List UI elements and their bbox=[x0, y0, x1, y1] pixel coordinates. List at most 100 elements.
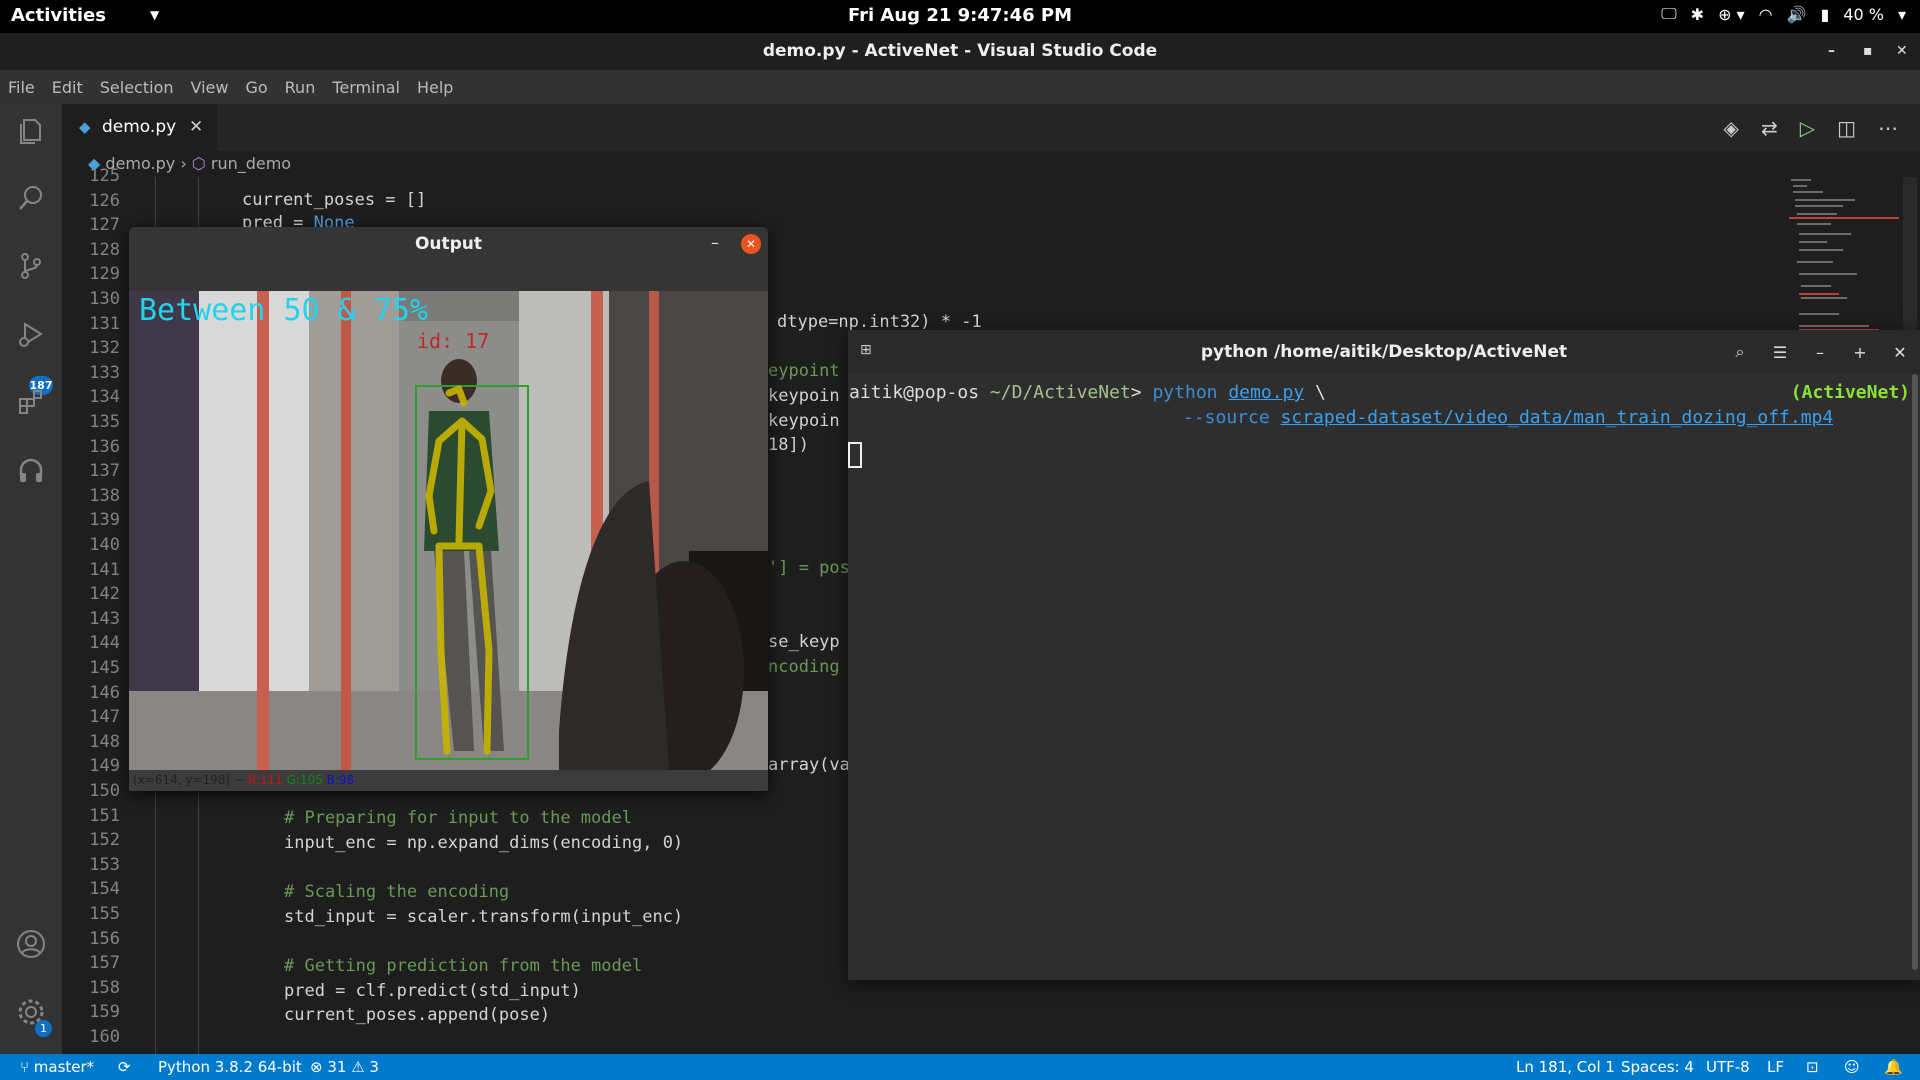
code-line: 18]) bbox=[768, 435, 809, 455]
menu-view[interactable]: View bbox=[191, 78, 229, 97]
language-mode-icon[interactable]: ⊡ bbox=[1806, 1054, 1819, 1080]
new-tab-icon[interactable]: ⊞ bbox=[860, 342, 872, 358]
wifi-icon[interactable]: ◠ bbox=[1759, 5, 1773, 24]
pixel-green: G:105 bbox=[286, 773, 323, 787]
volume-icon[interactable]: 🔊 bbox=[1787, 5, 1807, 24]
command: python bbox=[1152, 382, 1218, 403]
line-number: 157 bbox=[89, 953, 120, 974]
close-icon[interactable]: ✕ bbox=[189, 104, 203, 151]
close-icon[interactable]: ✕ bbox=[741, 234, 761, 254]
battery-percent[interactable]: 40 % bbox=[1843, 5, 1884, 24]
indentation[interactable]: Spaces: 4 bbox=[1621, 1054, 1694, 1080]
code-line: array(va bbox=[768, 755, 850, 775]
minimize-icon[interactable]: – bbox=[1828, 33, 1835, 70]
line-number: 127 bbox=[89, 215, 120, 236]
close-icon[interactable]: ✕ bbox=[1880, 343, 1920, 362]
conda-env: (ActiveNet) bbox=[1790, 382, 1910, 403]
more-icon[interactable]: ⋯ bbox=[1878, 116, 1898, 140]
close-icon[interactable]: ✕ bbox=[1896, 33, 1908, 70]
overlay-label: Between 50 & 75% bbox=[139, 293, 428, 328]
output-window[interactable]: Output – ✕ Between 50 & 75% id: 17 (x=61… bbox=[129, 227, 768, 791]
minimize-icon[interactable]: – bbox=[711, 233, 719, 252]
editor-scrollbar[interactable] bbox=[1903, 177, 1917, 347]
accessibility-icon[interactable]: ⊕ ▾ bbox=[1718, 5, 1745, 24]
feedback-icon[interactable]: ☺ bbox=[1844, 1054, 1860, 1080]
menu-run[interactable]: Run bbox=[285, 78, 316, 97]
bell-icon[interactable]: 🔔 bbox=[1884, 1054, 1903, 1080]
source-control-icon[interactable] bbox=[12, 250, 50, 288]
battery-icon[interactable]: ▮ bbox=[1821, 5, 1830, 24]
breadcrumb: ◆ demo.py › ⬡ run_demo bbox=[62, 151, 1920, 177]
cursor-position[interactable]: Ln 181, Col 1 bbox=[1516, 1054, 1615, 1080]
gnome-top-bar: Activities ▼ Fri Aug 21 9:47:46 PM 🖵 ✱ ⊕… bbox=[0, 0, 1920, 33]
menu-go[interactable]: Go bbox=[245, 78, 267, 97]
split-editor-icon[interactable]: ◫ bbox=[1837, 116, 1856, 140]
terminal-window[interactable]: python /home/aitik/Desktop/ActiveNet ⊞ ⌕… bbox=[848, 330, 1920, 980]
line-number: 136 bbox=[89, 436, 120, 457]
line-number: 131 bbox=[89, 313, 120, 334]
terminal-cursor bbox=[848, 442, 862, 468]
line-number: 150 bbox=[89, 781, 120, 801]
clock[interactable]: Fri Aug 21 9:47:46 PM bbox=[0, 5, 1920, 26]
eol[interactable]: LF bbox=[1767, 1054, 1784, 1080]
git-icon[interactable]: ◈ bbox=[1724, 116, 1739, 140]
python-interpreter[interactable]: Python 3.8.2 64-bit bbox=[158, 1054, 302, 1080]
maximize-icon[interactable]: + bbox=[1840, 343, 1880, 362]
status-bar: ⑂ master* ⟳ Python 3.8.2 64-bit ⊗ 31 ⚠ 3… bbox=[0, 1054, 1920, 1080]
breadcrumb-symbol[interactable]: run_demo bbox=[211, 154, 291, 173]
source-link[interactable]: scraped-dataset/video_data/man_train_doz… bbox=[1281, 407, 1834, 428]
terminal-scrollbar[interactable] bbox=[1912, 374, 1918, 970]
terminal-body[interactable]: aitik@pop-os ~/D/ActiveNet> python demo.… bbox=[848, 374, 1920, 980]
code-line: keypoin bbox=[768, 411, 840, 431]
menu-terminal[interactable]: Terminal bbox=[332, 78, 400, 97]
code-line: eypoint bbox=[768, 361, 840, 381]
compare-icon[interactable]: ⇄ bbox=[1761, 116, 1778, 140]
screen-icon[interactable]: 🖵 bbox=[1661, 4, 1676, 24]
account-icon[interactable] bbox=[12, 928, 50, 966]
line-number: 130 bbox=[89, 289, 120, 309]
person-id-label: id: 17 bbox=[417, 329, 490, 353]
minimize-icon[interactable]: – bbox=[1800, 343, 1840, 362]
script-link[interactable]: demo.py bbox=[1228, 382, 1304, 403]
prompt: > bbox=[1130, 382, 1142, 403]
line-number: 159 bbox=[89, 1002, 120, 1023]
menu-help[interactable]: Help bbox=[417, 78, 453, 97]
slack-icon[interactable]: ✱ bbox=[1691, 5, 1704, 24]
menu-selection[interactable]: Selection bbox=[100, 78, 174, 97]
hamburger-menu-icon[interactable]: ☰ bbox=[1760, 343, 1800, 362]
tab-label: demo.py bbox=[102, 117, 177, 137]
chevron-down-icon[interactable]: ▾ bbox=[1898, 5, 1906, 24]
line-number: 152 bbox=[89, 830, 120, 851]
line-number: 151 bbox=[89, 805, 120, 826]
pixel-red: R:111 bbox=[247, 773, 283, 787]
git-branch[interactable]: ⑂ master* bbox=[20, 1054, 94, 1080]
problems-indicator[interactable]: ⊗ 31 ⚠ 3 bbox=[310, 1054, 379, 1080]
run-debug-icon[interactable] bbox=[12, 318, 50, 356]
explorer-icon[interactable] bbox=[12, 114, 50, 152]
code-line: keypoin bbox=[768, 386, 840, 406]
sync-icon[interactable]: ⟳ bbox=[118, 1054, 131, 1080]
headphones-icon[interactable] bbox=[12, 454, 50, 492]
editor-actions: ◈ ⇄ ▷ ◫ ⋯ bbox=[1724, 104, 1898, 151]
minimap[interactable] bbox=[1785, 177, 1903, 337]
encoding[interactable]: UTF-8 bbox=[1706, 1054, 1750, 1080]
output-toolbar bbox=[129, 261, 768, 291]
line-number: 158 bbox=[89, 977, 120, 998]
line-number: 153 bbox=[89, 854, 120, 875]
line-number: 133 bbox=[89, 362, 120, 383]
cwd: ~/D/ActiveNet bbox=[989, 382, 1131, 403]
tab-demo-py[interactable]: ◆ demo.py ✕ bbox=[62, 104, 217, 151]
system-tray[interactable]: 🖵 ✱ ⊕ ▾ ◠ 🔊 ▮ 40 % ▾ bbox=[1661, 4, 1906, 24]
code-line: ncoding bbox=[768, 657, 840, 677]
run-icon[interactable]: ▷ bbox=[1800, 116, 1815, 140]
search-icon[interactable]: ⌕ bbox=[1720, 342, 1760, 362]
line-number: 148 bbox=[89, 731, 120, 752]
menu-file[interactable]: File bbox=[8, 78, 35, 97]
extensions-icon[interactable] bbox=[12, 386, 50, 424]
line-number: 132 bbox=[89, 338, 120, 359]
menu-bar: File Edit Selection View Go Run Terminal… bbox=[0, 70, 1920, 104]
maximize-icon[interactable]: ▪ bbox=[1863, 33, 1873, 70]
search-icon[interactable] bbox=[12, 182, 50, 220]
line-number: 135 bbox=[89, 412, 120, 432]
menu-edit[interactable]: Edit bbox=[52, 78, 83, 97]
